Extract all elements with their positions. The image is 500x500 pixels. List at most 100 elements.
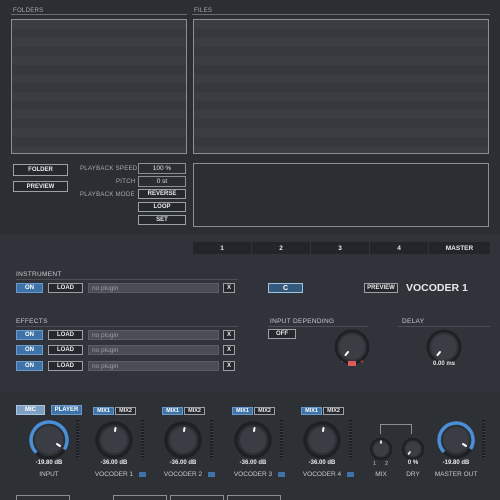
effect-3-plugin-name: no plugin [88, 361, 219, 371]
delay-label: DELAY [402, 318, 425, 325]
input-depending-plus: + [360, 359, 365, 366]
vocoder-2-mix1-button[interactable]: MIX1 [162, 407, 183, 415]
effect-1-load-button[interactable]: LOAD [48, 330, 83, 340]
set-button[interactable]: SET [138, 215, 186, 225]
folders-list[interactable] [11, 19, 187, 154]
tab-3[interactable]: 3 [311, 242, 369, 254]
vocoder-2-indicator [208, 472, 215, 477]
mic-source-button[interactable]: MIC [16, 405, 45, 415]
instrument-on-button[interactable]: ON [16, 283, 43, 293]
vocoder-title: VOCODER 1 [406, 282, 468, 294]
files-list[interactable] [193, 19, 489, 154]
vocoder-1-value: -36.00 dB [100, 460, 128, 466]
key-select[interactable]: C [268, 283, 303, 293]
input-label: INPUT [39, 471, 59, 478]
effect-3-close-button[interactable]: X [223, 361, 235, 371]
loop-button[interactable]: LOOP [138, 202, 186, 212]
folder-button[interactable]: FOLDER [13, 164, 68, 176]
vocoder-4-knob[interactable] [302, 420, 342, 460]
bottom-control-2[interactable] [113, 495, 167, 500]
effect-3-load-button[interactable]: LOAD [48, 361, 83, 371]
bottom-control-1[interactable] [16, 495, 70, 500]
playback-mode-label: PLAYBACK MODE [80, 192, 135, 198]
reverse-button[interactable]: REVERSE [138, 189, 186, 199]
tab-1[interactable]: 1 [193, 242, 251, 254]
vocoder-1-meter [141, 420, 144, 460]
vocoder-4-value: -36.00 dB [308, 460, 336, 466]
effect-3-on-button[interactable]: ON [16, 361, 43, 371]
input-depending-label: INPUT DEPENDING [270, 318, 335, 325]
effects-divider [16, 326, 238, 327]
playback-speed-label: PLAYBACK SPEED [80, 166, 138, 172]
vocoder-2-knob[interactable] [163, 420, 203, 460]
effect-2-close-button[interactable]: X [223, 345, 235, 355]
vocoder-4-mix2-button[interactable]: MIX2 [323, 407, 344, 415]
effect-1-close-button[interactable]: X [223, 330, 235, 340]
tab-4[interactable]: 4 [370, 242, 428, 254]
vocoder-3-mix2-button[interactable]: MIX2 [254, 407, 275, 415]
files-divider [192, 14, 490, 15]
dry-knob[interactable] [401, 437, 425, 461]
input-meter [76, 420, 79, 460]
master-out-knob[interactable] [436, 420, 476, 460]
input-depending-off-button[interactable]: OFF [268, 329, 296, 339]
vocoder-4-mix1-button[interactable]: MIX1 [301, 407, 322, 415]
pitch-field[interactable]: 0 st [138, 176, 186, 187]
vocoder-1-mix2-button[interactable]: MIX2 [115, 407, 136, 415]
preview-file-button[interactable]: PREVIEW [13, 181, 68, 192]
playback-speed-field[interactable]: 100 % [138, 163, 186, 174]
player-source-button[interactable]: PLAYER [51, 405, 82, 415]
effect-2-plugin-name: no plugin [88, 345, 219, 355]
tab-2[interactable]: 2 [252, 242, 310, 254]
waveform-display[interactable] [193, 163, 489, 227]
input-depending-indicator [348, 361, 356, 366]
dry-value: 0 % [407, 460, 419, 466]
vocoder-1-indicator [139, 472, 146, 477]
vocoder-4-label: VOCODER 4 [302, 471, 342, 478]
effect-1-on-button[interactable]: ON [16, 330, 43, 340]
vocoder-4-indicator [347, 472, 354, 477]
instrument-label: INSTRUMENT [16, 271, 62, 278]
mix-right-label: 2 [385, 461, 389, 467]
vocoder-preview-button[interactable]: PREVIEW [364, 283, 398, 293]
effects-label: EFFECTS [16, 318, 48, 325]
bottom-control-3[interactable] [170, 495, 224, 500]
pitch-label: PITCH [116, 179, 136, 185]
vocoder-3-label: VOCODER 3 [233, 471, 273, 478]
dry-label: DRY [406, 471, 420, 478]
vocoder-1-mix1-button[interactable]: MIX1 [93, 407, 114, 415]
vocoder-2-value: -36.00 dB [169, 460, 197, 466]
vocoder-2-mix2-button[interactable]: MIX2 [184, 407, 205, 415]
effect-2-on-button[interactable]: ON [16, 345, 43, 355]
master-out-meter [482, 420, 485, 460]
instrument-load-button[interactable]: LOAD [48, 283, 83, 293]
delay-divider [398, 326, 490, 327]
instrument-plugin-name: no plugin [88, 283, 219, 293]
instrument-close-button[interactable]: X [223, 283, 235, 293]
master-out-value: -19.80 dB [442, 460, 470, 466]
vocoder-3-knob[interactable] [233, 420, 273, 460]
vocoder-2-meter [210, 420, 213, 460]
delay-value: 0.00 ms [432, 361, 456, 367]
input-depending-knob[interactable] [334, 329, 370, 365]
vocoder-3-mix1-button[interactable]: MIX1 [232, 407, 253, 415]
input-depending-minus: - [341, 359, 344, 366]
vocoder-1-label: VOCODER 1 [94, 471, 134, 478]
effect-2-load-button[interactable]: LOAD [48, 345, 83, 355]
mix-label: MIX [375, 471, 387, 478]
input-knob[interactable] [28, 419, 70, 461]
vocoder-1-knob[interactable] [94, 420, 134, 460]
vocoder-3-value: -36.00 dB [239, 460, 267, 466]
mix-knob[interactable] [369, 437, 393, 461]
effect-1-plugin-name: no plugin [88, 330, 219, 340]
vocoder-4-meter [349, 420, 352, 460]
bottom-control-4[interactable] [227, 495, 281, 500]
tab-master[interactable]: MASTER [429, 242, 490, 254]
master-out-label: MASTER OUT [434, 471, 478, 478]
delay-knob[interactable] [426, 329, 462, 365]
instrument-divider [16, 279, 238, 280]
vocoder-2-label: VOCODER 2 [163, 471, 203, 478]
folders-divider [11, 14, 187, 15]
mix-dry-bracket [380, 424, 412, 434]
vocoder-3-meter [280, 420, 283, 460]
